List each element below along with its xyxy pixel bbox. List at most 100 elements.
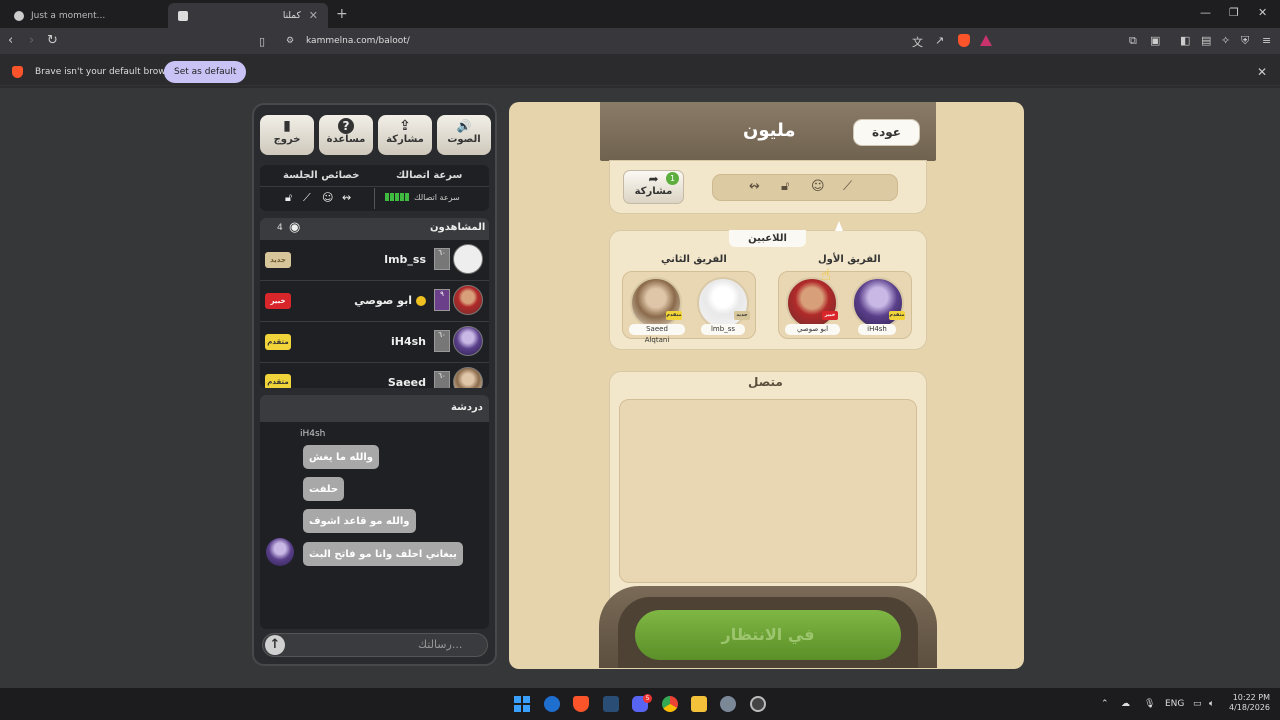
eye-icon: ◉ [289, 220, 301, 235]
chrome-icon[interactable] [662, 696, 678, 712]
tab-just-a-moment[interactable]: Just a moment... [4, 3, 164, 28]
minimize-icon[interactable]: — [1200, 6, 1211, 19]
clock-app-icon[interactable] [750, 696, 766, 712]
forward-icon[interactable]: › [29, 33, 34, 48]
language-indicator[interactable]: ENG [1165, 699, 1184, 709]
exit-button[interactable]: ▮ خروج [260, 115, 314, 155]
level-flag: ٦٠ [434, 330, 450, 352]
player-avatar[interactable] [697, 277, 749, 329]
team2-label: الفريق الثاني [661, 254, 727, 265]
share-button[interactable]: ⇪ مشاركة [378, 115, 432, 155]
player-name: ابو صوصي [785, 324, 840, 335]
new-tab-icon[interactable]: + [336, 6, 348, 22]
player-rank-badge: جديد [734, 311, 750, 320]
rank-badge: متقدم [265, 334, 291, 350]
sidebar-icon[interactable]: ◧ [1180, 34, 1190, 47]
translate-icon[interactable]: 文 [912, 34, 923, 50]
file-explorer-icon[interactable] [691, 696, 707, 712]
address-bar[interactable]: kammelna.com/baloot/ [270, 32, 1000, 50]
brave-rewards-icon[interactable] [980, 35, 992, 46]
smile-icon: ☺ [811, 179, 825, 194]
network-icon[interactable]: ▭ [1193, 699, 1202, 709]
onedrive-icon[interactable]: ☁ [1121, 699, 1130, 709]
tray-chevron-icon[interactable]: ⌃ [1101, 699, 1109, 709]
level-flag: ٦٠ [434, 248, 450, 270]
share-page-icon[interactable]: ↗ [935, 34, 944, 47]
help-button[interactable]: ? مساعدة [319, 115, 373, 155]
share-count-badge: 1 [666, 172, 679, 185]
brave-shields-icon[interactable] [958, 34, 970, 47]
tab-favicon-icon [178, 10, 188, 21]
connected-list [619, 399, 917, 583]
viewer-name: iH4sh [390, 335, 426, 348]
waiting-button[interactable]: في الانتظار [635, 610, 901, 660]
copilot-icon[interactable] [544, 696, 560, 712]
exit-label: خروج [273, 134, 301, 145]
player-avatar[interactable] [786, 277, 838, 329]
media-icon[interactable]: ▣ [1150, 34, 1160, 47]
session-properties-icons [712, 174, 898, 201]
unlock-icon: 🔓︎ [285, 191, 293, 204]
tab-favicon-icon [14, 10, 24, 21]
brave-taskbar-icon[interactable] [573, 696, 589, 712]
chat-title: دردشة [451, 402, 483, 413]
vpn-icon[interactable]: ⛨ [1241, 34, 1249, 48]
extensions-icon[interactable]: ⧉ [1129, 34, 1137, 48]
infobar-message: Brave isn't your default browser [35, 67, 180, 77]
tab-title: Just a moment... [31, 10, 106, 21]
set-as-default-button[interactable]: Set as default [164, 61, 247, 83]
reload-icon[interactable]: ↻ [47, 33, 58, 48]
hand-pointer-icon: ☝ [821, 265, 831, 284]
help-label: مساعدة [326, 134, 366, 145]
brave-logo-icon [12, 66, 23, 78]
volume-icon[interactable]: 🔈︎ [1209, 699, 1214, 709]
send-icon[interactable]: ↑ [265, 635, 285, 655]
rank-badge: جديد [265, 252, 291, 268]
player-avatar[interactable] [852, 277, 904, 329]
connected-title: متصل [748, 375, 783, 389]
players-title: اللاعبين [729, 230, 806, 247]
leo-ai-icon[interactable]: ✧ [1221, 34, 1230, 47]
viewer-name: lmb_ss [384, 253, 426, 266]
help-icon: ? [338, 118, 354, 134]
viewers-title: المشاهدون [430, 222, 486, 233]
settings-icon[interactable] [720, 696, 736, 712]
menu-icon[interactable]: ≡ [1262, 34, 1271, 47]
player-avatar[interactable] [630, 277, 682, 329]
message-placeholder: رسالتك... [418, 638, 463, 651]
viewer-name: Saeed Alqtani [387, 376, 426, 388]
unlock-icon: 🔓︎ [781, 179, 790, 194]
bookmark-icon[interactable]: ▯ [259, 35, 265, 48]
windows-start-icon[interactable] [514, 696, 530, 712]
microphone-icon[interactable]: 🎙︎ [1144, 699, 1155, 709]
rank-badge: خبير [265, 293, 291, 309]
divider [374, 188, 375, 209]
steam-icon[interactable] [603, 696, 619, 712]
chat-message: حلفت [303, 477, 345, 501]
player-name: iH4sh [858, 324, 896, 335]
sound-button[interactable]: 🔊 الصوت [437, 115, 491, 155]
restore-icon[interactable]: ❐ [1229, 6, 1239, 19]
wallet-icon[interactable]: ▤ [1201, 34, 1211, 47]
fast-icon: ↭ [342, 191, 352, 204]
back-icon[interactable]: ‹ [8, 33, 13, 48]
close-infobar-icon[interactable]: ✕ [1257, 65, 1267, 79]
discord-badge: 5 [643, 694, 652, 703]
session-properties-label: خصائص الجلسة [283, 170, 360, 181]
close-window-icon[interactable]: ✕ [1258, 6, 1267, 19]
system-clock[interactable]: 10:22 PM 4/18/2026 [1229, 693, 1270, 713]
viewer-row-partial[interactable]: ٦٠ Saeed Alqtani متقدم [260, 363, 489, 388]
close-tab-icon[interactable]: ✕ [309, 9, 318, 22]
avatar [453, 326, 483, 356]
avatar [266, 538, 294, 566]
site-info-icon[interactable]: ⚙ [286, 36, 294, 46]
player-rank-badge: خبير [822, 311, 838, 320]
back-button[interactable]: عودة [853, 119, 920, 146]
no-cheat-icon: ⟋ [303, 191, 311, 204]
tab-kammelna[interactable]: كملنا ✕ [168, 3, 328, 28]
avatar [453, 367, 483, 388]
clock-time: 10:22 PM [1232, 693, 1271, 702]
connection-speed-label: سرعة اتصالك [396, 170, 463, 181]
player-name: Saeed Alqtani [629, 324, 685, 344]
player-rank-badge: متقدم [889, 311, 905, 320]
